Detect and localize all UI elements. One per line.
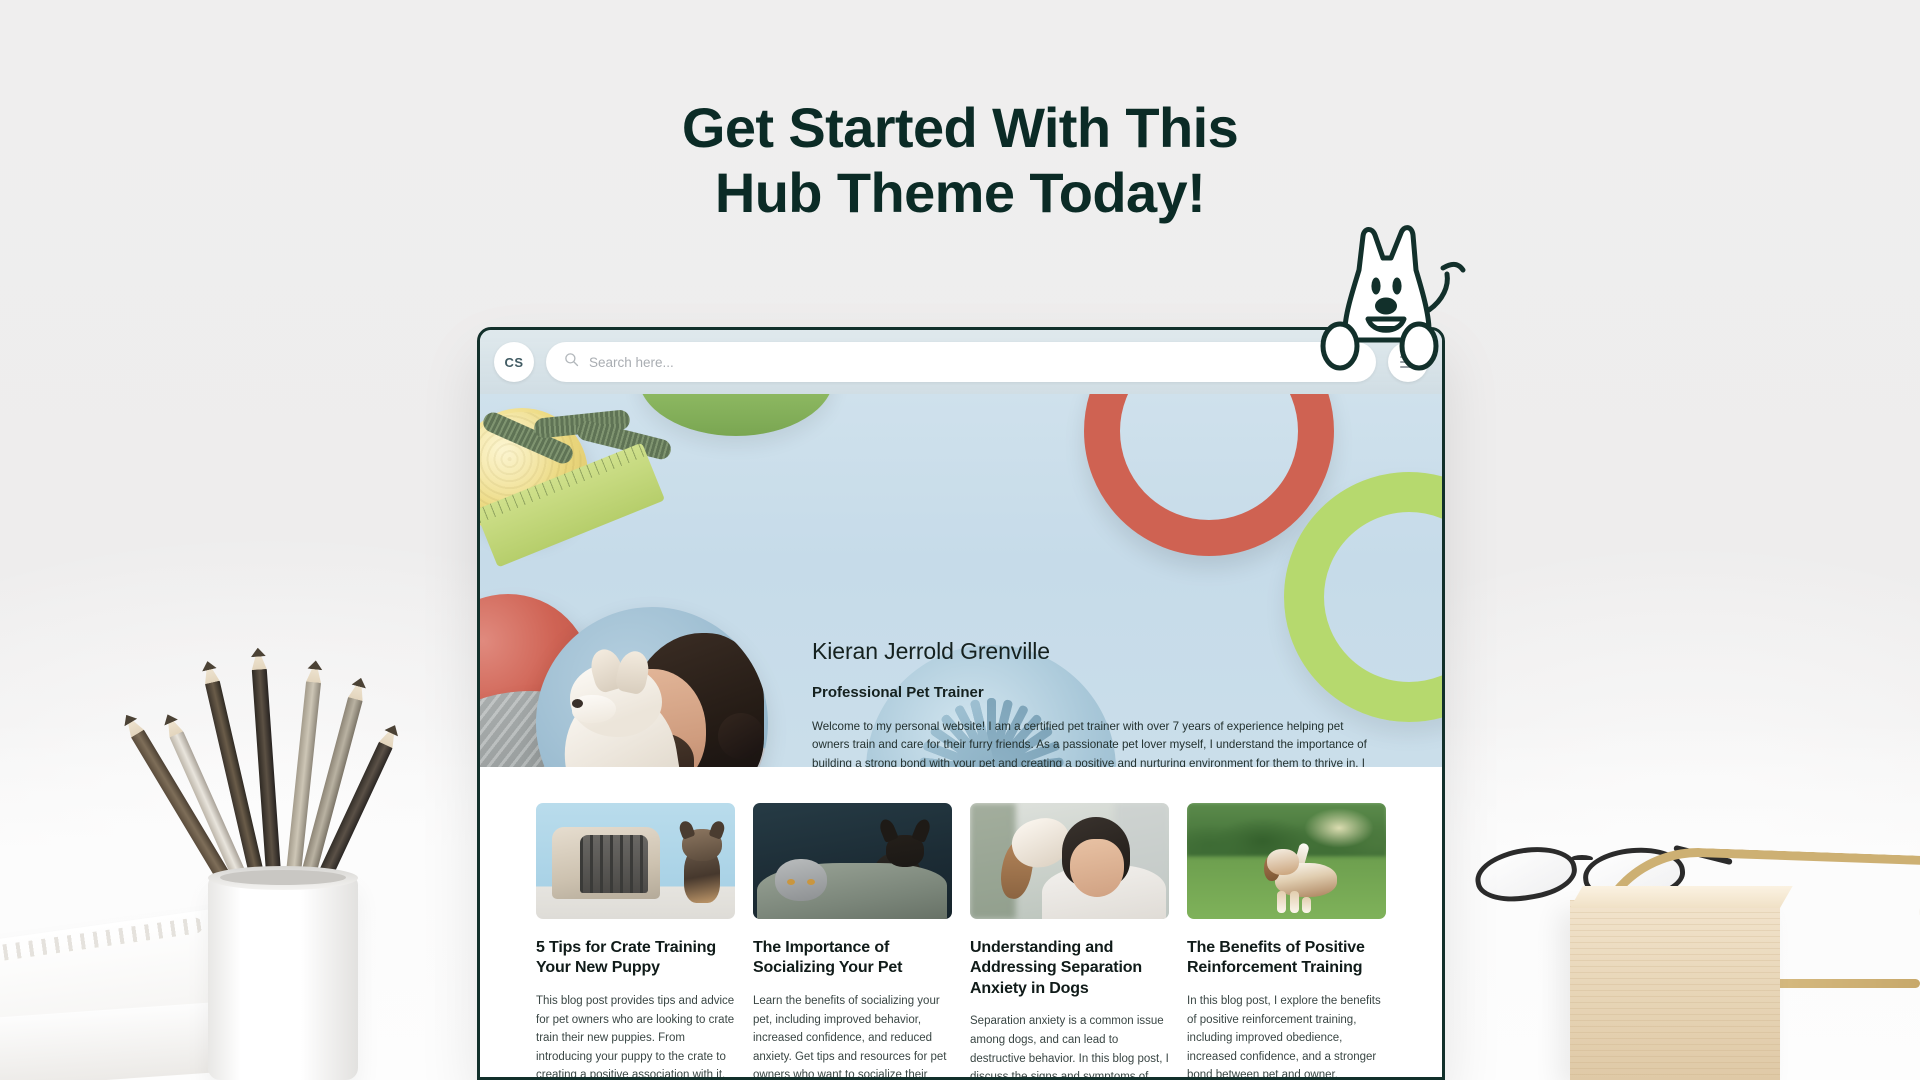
wood-grain-texture	[1570, 900, 1780, 1080]
avatar-initials: CS	[504, 354, 524, 370]
blog-card-title[interactable]: The Benefits of Positive Reinforcement T…	[1187, 938, 1386, 979]
blog-card-description: Learn the benefits of socializing your p…	[753, 994, 947, 1080]
blog-card-thumbnail[interactable]	[753, 803, 952, 919]
blog-card-title[interactable]: The Importance of Socializing Your Pet	[753, 938, 952, 979]
cup-rim-inner	[220, 870, 346, 885]
headline-line-1: Get Started With This	[681, 96, 1239, 159]
profile-portrait	[536, 606, 768, 767]
woman-face	[1070, 839, 1124, 897]
headline-line-2: Hub Theme Today!	[714, 160, 1206, 224]
avatar[interactable]: CS	[494, 342, 534, 382]
browser-window-mockup: CS Search here... Kieran Jerrold Grenvil…	[477, 327, 1445, 1080]
yorkie-head	[677, 819, 727, 861]
blog-card-thumbnail[interactable]	[970, 803, 1169, 919]
page-headline: Get Started With This Hub Theme Today!	[0, 96, 1920, 226]
blog-card[interactable]: 5 Tips for Crate Training Your New Puppy…	[536, 803, 735, 1080]
pencil-cup-group	[130, 580, 430, 1080]
blog-card-title[interactable]: Understanding and Addressing Separation …	[970, 938, 1169, 999]
hero-section: Kieran Jerrold Grenville Professional Pe…	[480, 394, 1442, 767]
blog-card-description: In this blog post, I explore the benefit…	[1187, 994, 1381, 1080]
search-placeholder: Search here...	[589, 354, 674, 370]
blog-card-thumbnail[interactable]	[536, 803, 735, 919]
portrait-chihuahua-nose	[572, 698, 583, 708]
pencil-cup	[208, 866, 358, 1080]
eyeglass-lens-left	[1471, 840, 1581, 908]
blog-card[interactable]: The Importance of Socializing Your Pet L…	[753, 803, 952, 1080]
blog-card-description: Separation anxiety is a common issue amo…	[970, 1015, 1169, 1080]
blog-section: 5 Tips for Crate Training Your New Puppy…	[480, 767, 1442, 1080]
cup-rim	[208, 866, 358, 890]
blog-card-grid: 5 Tips for Crate Training Your New Puppy…	[536, 803, 1386, 1080]
eyeglass-bridge	[1571, 855, 1593, 862]
blog-card-thumbnail[interactable]	[1187, 803, 1386, 919]
wood-block-top-face	[1570, 886, 1793, 908]
wood-block	[1570, 886, 1793, 1080]
profile-name: Kieran Jerrold Grenville	[812, 637, 1050, 664]
blog-card[interactable]: The Benefits of Positive Reinforcement T…	[1187, 803, 1386, 1080]
hero-copy: Kieran Jerrold Grenville Professional Pe…	[812, 634, 1380, 767]
blog-card[interactable]: Understanding and Addressing Separation …	[970, 803, 1169, 1080]
profile-bio: Welcome to my personal website! I am a c…	[812, 719, 1367, 767]
blog-card-description: This blog post provides tips and advice …	[536, 994, 735, 1080]
crate-door-grille	[580, 835, 648, 893]
portrait-man-hair-bun	[718, 712, 764, 759]
blog-card-title[interactable]: 5 Tips for Crate Training Your New Puppy	[536, 938, 735, 979]
red-ring-toy	[1084, 394, 1334, 556]
search-input[interactable]: Search here...	[546, 342, 1376, 382]
dog-mascot-icon	[1283, 218, 1473, 378]
beagle-head	[1266, 849, 1299, 875]
dog-crate-graphic	[552, 827, 660, 899]
search-icon	[564, 352, 579, 372]
cat-head	[775, 859, 827, 901]
sun-glow	[1304, 807, 1375, 848]
chihuahua-head	[877, 817, 933, 867]
profile-role: Professional Pet Trainer	[812, 683, 984, 701]
